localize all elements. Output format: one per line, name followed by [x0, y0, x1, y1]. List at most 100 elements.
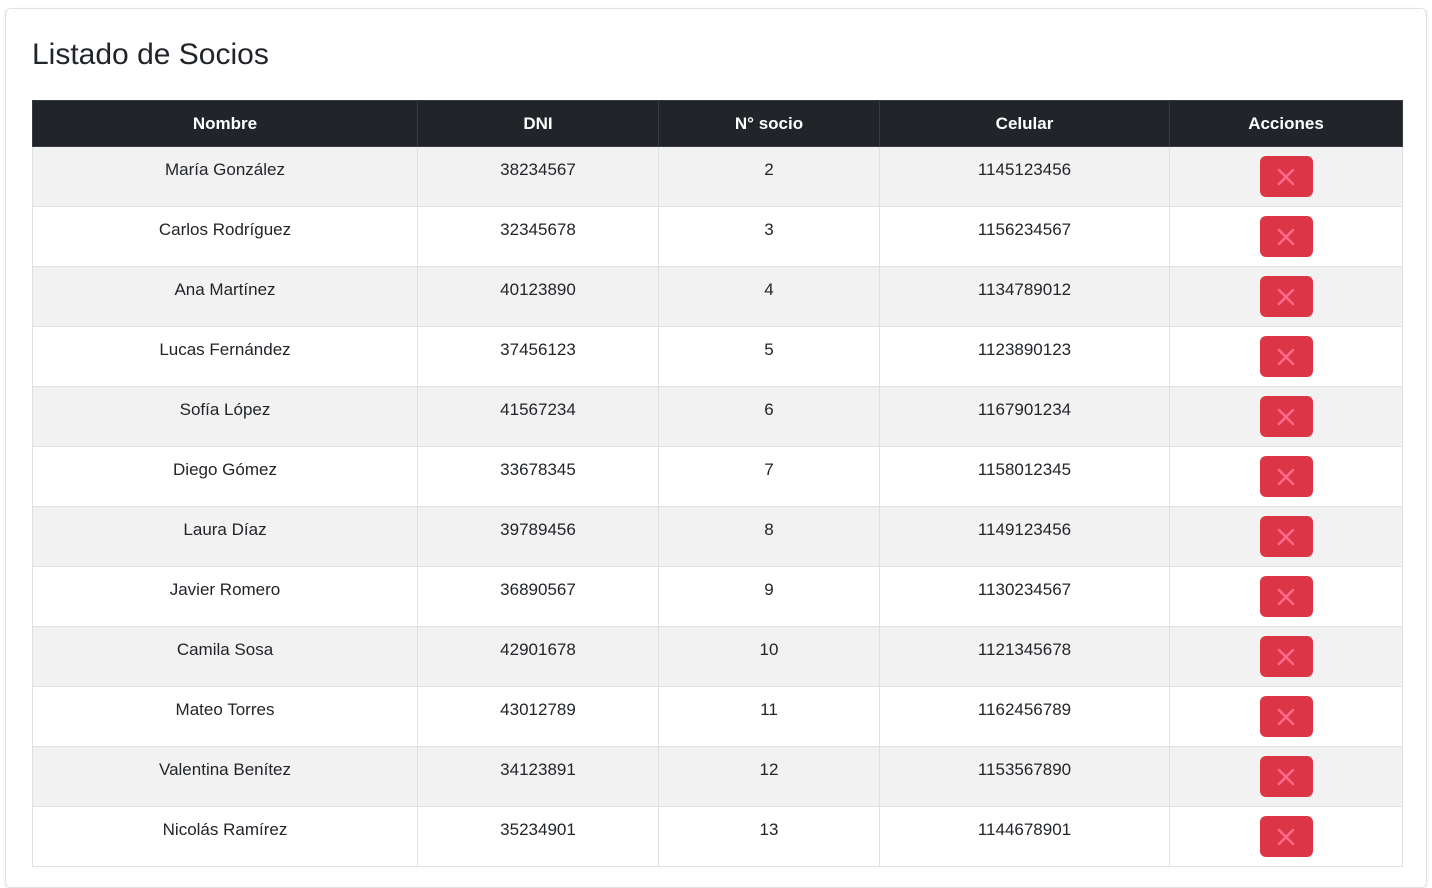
cell-nombre: María González [32, 146, 418, 207]
cell-numero-socio: 6 [658, 386, 880, 447]
cell-acciones [1169, 566, 1403, 627]
cell-acciones [1169, 686, 1403, 747]
cell-dni: 34123891 [417, 746, 659, 807]
cell-numero-socio: 4 [658, 266, 880, 327]
table-row: Camila Sosa 42901678 10 1121345678 [32, 626, 1403, 687]
cell-celular: 1149123456 [879, 506, 1170, 567]
close-icon [1277, 708, 1295, 725]
cell-nombre: Camila Sosa [32, 626, 418, 687]
close-icon [1277, 648, 1295, 665]
cell-dni: 33678345 [417, 446, 659, 507]
close-icon [1277, 468, 1295, 485]
header-acciones: Acciones [1169, 100, 1403, 147]
cell-numero-socio: 12 [658, 746, 880, 807]
table-row: Sofía López 41567234 6 1167901234 [32, 386, 1403, 447]
table-row: Carlos Rodríguez 32345678 3 1156234567 [32, 206, 1403, 267]
cell-celular: 1162456789 [879, 686, 1170, 747]
delete-button[interactable] [1259, 636, 1313, 677]
table-row: María González 38234567 2 1145123456 [32, 146, 1403, 207]
cell-dni: 41567234 [417, 386, 659, 447]
cell-celular: 1153567890 [879, 746, 1170, 807]
cell-nombre: Lucas Fernández [32, 326, 418, 387]
cell-acciones [1169, 266, 1403, 327]
table-row: Ana Martínez 40123890 4 1134789012 [32, 266, 1403, 327]
delete-button[interactable] [1259, 156, 1313, 197]
delete-button[interactable] [1259, 816, 1313, 857]
cell-numero-socio: 8 [658, 506, 880, 567]
cell-nombre: Ana Martínez [32, 266, 418, 327]
cell-dni: 40123890 [417, 266, 659, 327]
cell-numero-socio: 10 [658, 626, 880, 687]
socios-table: Nombre DNI N° socio Celular Acciones Mar… [32, 100, 1403, 867]
delete-button[interactable] [1259, 336, 1313, 377]
header-numero-socio: N° socio [658, 100, 880, 147]
close-icon [1277, 768, 1295, 785]
cell-nombre: Sofía López [32, 386, 418, 447]
cell-celular: 1134789012 [879, 266, 1170, 327]
cell-acciones [1169, 326, 1403, 387]
cell-acciones [1169, 626, 1403, 687]
table-header: Nombre DNI N° socio Celular Acciones [32, 100, 1403, 147]
cell-acciones [1169, 206, 1403, 267]
delete-button[interactable] [1259, 756, 1313, 797]
cell-celular: 1156234567 [879, 206, 1170, 267]
cell-numero-socio: 2 [658, 146, 880, 207]
cell-numero-socio: 7 [658, 446, 880, 507]
cell-dni: 43012789 [417, 686, 659, 747]
delete-button[interactable] [1259, 576, 1313, 617]
cell-dni: 32345678 [417, 206, 659, 267]
close-icon [1277, 168, 1295, 185]
cell-numero-socio: 11 [658, 686, 880, 747]
cell-nombre: Carlos Rodríguez [32, 206, 418, 267]
cell-dni: 36890567 [417, 566, 659, 627]
cell-nombre: Javier Romero [32, 566, 418, 627]
cell-acciones [1169, 806, 1403, 867]
cell-nombre: Diego Gómez [32, 446, 418, 507]
cell-celular: 1167901234 [879, 386, 1170, 447]
cell-dni: 39789456 [417, 506, 659, 567]
cell-nombre: Mateo Torres [32, 686, 418, 747]
cell-acciones [1169, 386, 1403, 447]
close-icon [1277, 588, 1295, 605]
close-icon [1277, 348, 1295, 365]
socios-card: Listado de Socios Nombre DNI N° socio Ce… [5, 8, 1427, 888]
table-row: Nicolás Ramírez 35234901 13 1144678901 [32, 806, 1403, 867]
close-icon [1277, 228, 1295, 245]
cell-acciones [1169, 146, 1403, 207]
cell-acciones [1169, 506, 1403, 567]
header-nombre: Nombre [32, 100, 418, 147]
cell-numero-socio: 9 [658, 566, 880, 627]
cell-dni: 38234567 [417, 146, 659, 207]
cell-nombre: Laura Díaz [32, 506, 418, 567]
delete-button[interactable] [1259, 216, 1313, 257]
table-row: Mateo Torres 43012789 11 1162456789 [32, 686, 1403, 747]
table-row: Javier Romero 36890567 9 1130234567 [32, 566, 1403, 627]
cell-celular: 1158012345 [879, 446, 1170, 507]
cell-nombre: Valentina Benítez [32, 746, 418, 807]
cell-celular: 1145123456 [879, 146, 1170, 207]
close-icon [1277, 528, 1295, 545]
header-row: Nombre DNI N° socio Celular Acciones [32, 100, 1403, 147]
delete-button[interactable] [1259, 396, 1313, 437]
cell-numero-socio: 5 [658, 326, 880, 387]
cell-celular: 1123890123 [879, 326, 1170, 387]
table-row: Valentina Benítez 34123891 12 1153567890 [32, 746, 1403, 807]
cell-dni: 37456123 [417, 326, 659, 387]
delete-button[interactable] [1259, 456, 1313, 497]
close-icon [1277, 408, 1295, 425]
page-title: Listado de Socios [32, 38, 269, 71]
delete-button[interactable] [1259, 276, 1313, 317]
cell-dni: 42901678 [417, 626, 659, 687]
table-row: Laura Díaz 39789456 8 1149123456 [32, 506, 1403, 567]
delete-button[interactable] [1259, 516, 1313, 557]
table-row: Diego Gómez 33678345 7 1158012345 [32, 446, 1403, 507]
close-icon [1277, 828, 1295, 845]
header-dni: DNI [417, 100, 659, 147]
table-body: María González 38234567 2 1145123456 Car… [32, 146, 1403, 867]
delete-button[interactable] [1259, 696, 1313, 737]
cell-celular: 1130234567 [879, 566, 1170, 627]
cell-numero-socio: 13 [658, 806, 880, 867]
cell-numero-socio: 3 [658, 206, 880, 267]
cell-celular: 1144678901 [879, 806, 1170, 867]
cell-dni: 35234901 [417, 806, 659, 867]
